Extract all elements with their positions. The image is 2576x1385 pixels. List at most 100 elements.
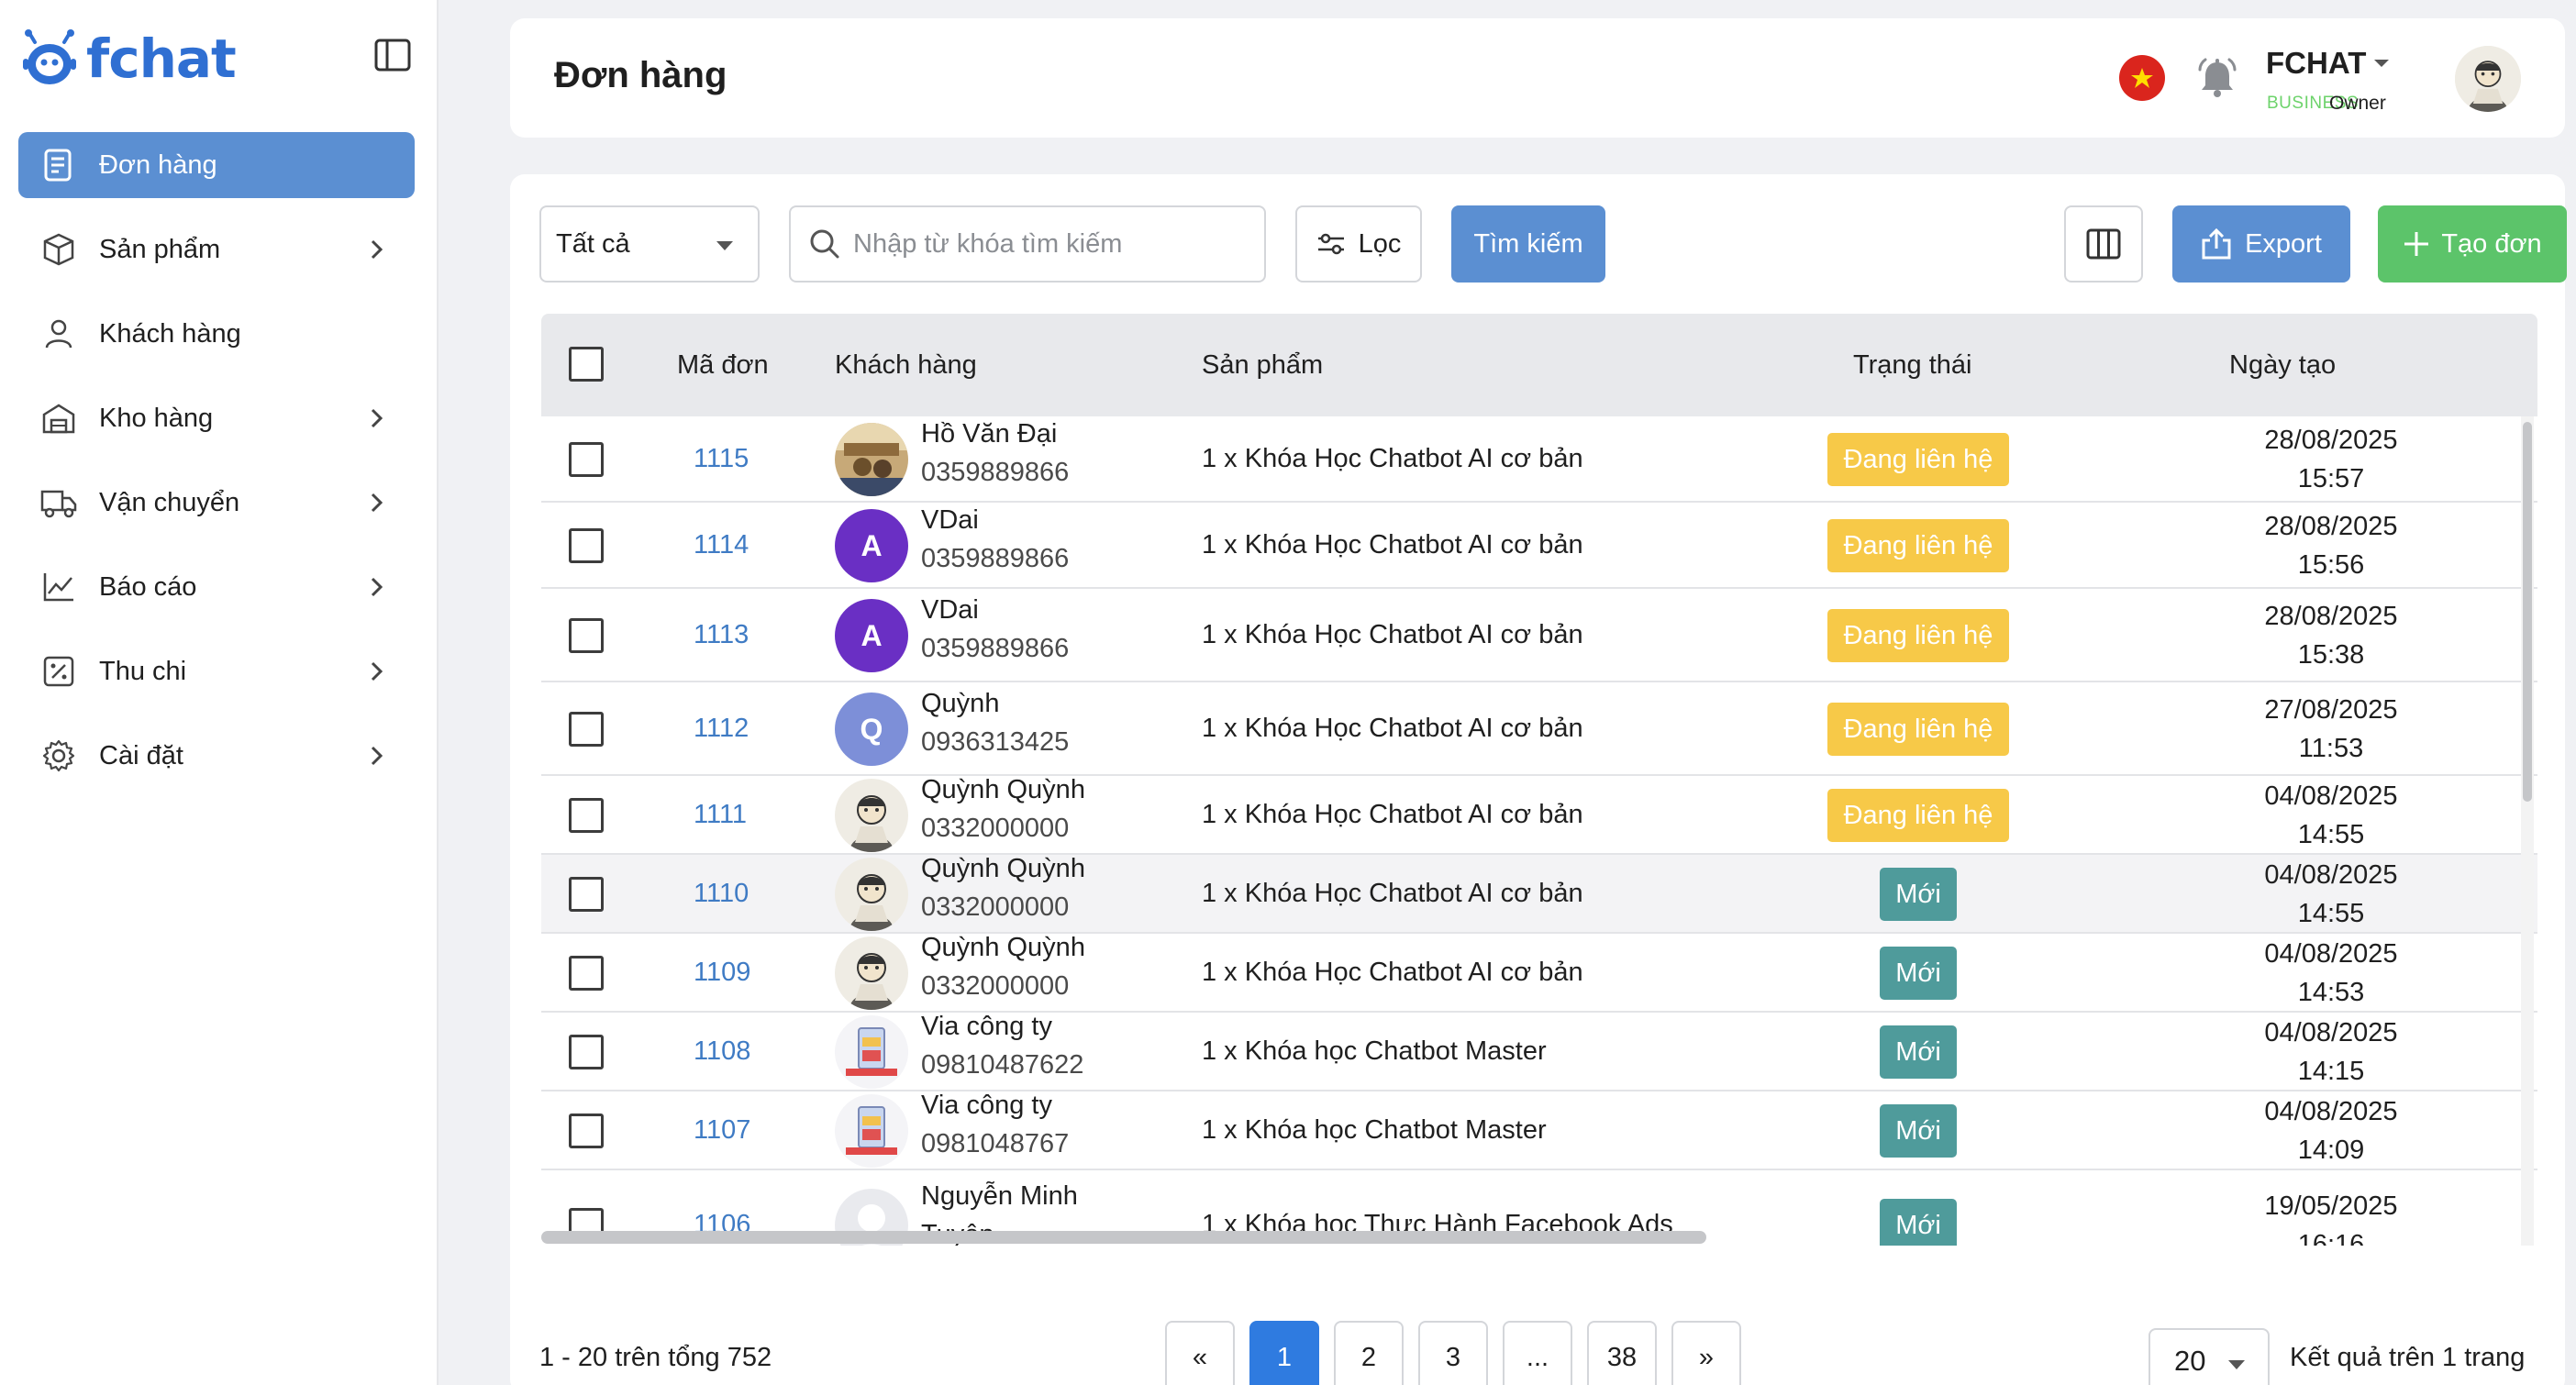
status-badge: Mới bbox=[1880, 1104, 1957, 1158]
status-filter-value: Tất cả bbox=[556, 228, 630, 259]
sidebar-item-orders[interactable]: Đơn hàng bbox=[18, 132, 415, 198]
page-size-select[interactable]: 20 bbox=[2149, 1328, 2270, 1385]
sidebar-item-label: Báo cáo bbox=[99, 571, 197, 602]
create-order-button[interactable]: Tạo đơn bbox=[2378, 205, 2567, 283]
language-flag-button[interactable] bbox=[2119, 55, 2165, 101]
table-row[interactable]: 1108 Via công ty 09810487622 1 x Khóa học C… bbox=[541, 1012, 2537, 1091]
search-button[interactable]: Tìm kiếm bbox=[1451, 205, 1605, 283]
order-id-link[interactable]: 1108 bbox=[694, 1036, 750, 1067]
created-date-day: 04/08/2025 bbox=[2264, 860, 2398, 890]
column-header-status[interactable]: Trạng thái bbox=[1853, 350, 1972, 381]
truck-icon bbox=[40, 484, 77, 521]
created-date: 04/08/2025 14:09 bbox=[2211, 1092, 2451, 1169]
row-checkbox[interactable] bbox=[569, 798, 604, 833]
customer-avatar: Q bbox=[835, 692, 908, 766]
order-id-link[interactable]: 1113 bbox=[694, 620, 749, 650]
pagination-page-3[interactable]: 3 bbox=[1418, 1321, 1488, 1385]
orders-panel: Tất cả Lọc Tìm kiếm Export Tạo đơn Mã bbox=[510, 174, 2567, 1385]
customer-phone: 09810487622 bbox=[921, 1050, 1084, 1080]
search-field[interactable] bbox=[789, 205, 1266, 283]
column-settings-button[interactable] bbox=[2064, 205, 2143, 283]
created-date-day: 28/08/2025 bbox=[2264, 512, 2398, 541]
filter-button-label: Lọc bbox=[1358, 228, 1402, 259]
order-id-link[interactable]: 1115 bbox=[694, 444, 749, 474]
product-name: 1 x Khóa Học Chatbot AI cơ bản bbox=[1202, 620, 1583, 649]
filter-button[interactable]: Lọc bbox=[1295, 205, 1422, 283]
order-id-link[interactable]: 1110 bbox=[694, 879, 749, 909]
created-date-day: 19/05/2025 bbox=[2264, 1191, 2398, 1221]
sidebar-item-shipping[interactable]: Vận chuyển bbox=[18, 470, 415, 536]
vertical-scrollbar-thumb[interactable] bbox=[2523, 422, 2532, 802]
fchat-logo[interactable]: fchat bbox=[22, 24, 237, 94]
column-header-date[interactable]: Ngày tạo bbox=[2229, 350, 2336, 381]
order-id-link[interactable]: 1112 bbox=[694, 714, 749, 744]
customer-name: Nguyễn Minh bbox=[921, 1181, 1078, 1211]
table-row[interactable]: 1109 Quỳnh Quỳnh 0332000000 1 x Khóa Học Ch… bbox=[541, 933, 2537, 1013]
row-checkbox[interactable] bbox=[569, 877, 604, 912]
pagination-first-button[interactable]: « bbox=[1165, 1321, 1235, 1385]
sidebar-item-warehouse[interactable]: Kho hàng bbox=[18, 385, 415, 451]
product-name: 1 x Khóa học Chatbot Master bbox=[1202, 1036, 1547, 1066]
logo-text: fchat bbox=[86, 28, 237, 90]
row-checkbox[interactable] bbox=[569, 1114, 604, 1148]
row-checkbox[interactable] bbox=[569, 712, 604, 747]
status-badge: Đang liên hệ bbox=[1827, 609, 2009, 662]
created-date-time: 15:38 bbox=[2297, 640, 2365, 670]
column-header-customer[interactable]: Khách hàng bbox=[835, 350, 977, 381]
horizontal-scrollbar-thumb[interactable] bbox=[541, 1231, 1706, 1244]
customer-name: Quỳnh Quỳnh bbox=[921, 933, 1085, 962]
product-name: 1 x Khóa Học Chatbot AI cơ bản bbox=[1202, 444, 1583, 473]
user-avatar[interactable] bbox=[2455, 46, 2521, 112]
order-id-link[interactable]: 1114 bbox=[694, 530, 749, 560]
notification-button[interactable] bbox=[2193, 53, 2242, 103]
sidebar-item-settings[interactable]: Cài đặt bbox=[18, 723, 415, 789]
created-date: 28/08/2025 15:56 bbox=[2211, 507, 2451, 584]
table-row[interactable]: 1111 Quỳnh Quỳnh 0332000000 1 x Khóa Học Ch… bbox=[541, 775, 2537, 855]
table-row[interactable]: 1107 Via công ty 0981048767 1 x Khóa học Ch… bbox=[541, 1091, 2537, 1170]
order-id-link[interactable]: 1107 bbox=[694, 1115, 750, 1146]
vietnam-flag-icon bbox=[2131, 68, 2153, 88]
chevron-right-icon bbox=[371, 746, 383, 766]
pagination-page-1[interactable]: 1 bbox=[1249, 1321, 1319, 1385]
column-header-id[interactable]: Mã đơn bbox=[677, 350, 769, 381]
pagination-page-2[interactable]: 2 bbox=[1334, 1321, 1404, 1385]
sidebar-collapse-button[interactable] bbox=[371, 35, 415, 75]
product-name: 1 x Khóa Học Chatbot AI cơ bản bbox=[1202, 879, 1583, 908]
row-checkbox[interactable] bbox=[569, 528, 604, 563]
select-all-checkbox[interactable] bbox=[569, 347, 604, 382]
table-row[interactable]: 1114 A VDai 0359889866 1 x Khóa Học Chatbot … bbox=[541, 503, 2537, 589]
status-badge: Mới bbox=[1880, 947, 1957, 1000]
customer-avatar bbox=[835, 858, 908, 931]
export-button[interactable]: Export bbox=[2172, 205, 2350, 283]
created-date-day: 04/08/2025 bbox=[2264, 1097, 2398, 1126]
created-date: 04/08/2025 14:15 bbox=[2211, 1014, 2451, 1091]
sidebar-item-finance[interactable]: Thu chi bbox=[18, 638, 415, 704]
monk-avatar-icon bbox=[2455, 46, 2521, 112]
column-header-product[interactable]: Sản phẩm bbox=[1202, 350, 1323, 381]
row-checkbox[interactable] bbox=[569, 618, 604, 653]
sidebar-toggle-icon bbox=[374, 39, 411, 72]
product-name: 1 x Khóa Học Chatbot AI cơ bản bbox=[1202, 714, 1583, 743]
created-date: 27/08/2025 11:53 bbox=[2211, 691, 2451, 768]
customer-name: VDai bbox=[921, 505, 979, 535]
row-checkbox[interactable] bbox=[569, 956, 604, 991]
user-icon bbox=[40, 316, 77, 352]
table-row[interactable]: 1110 Quỳnh Quỳnh 0332000000 1 x Khóa Học Ch… bbox=[541, 854, 2537, 934]
customer-phone: 0936313425 bbox=[921, 727, 1070, 757]
table-row[interactable]: 1113 A VDai 0359889866 1 x Khóa Học Chatbot … bbox=[541, 589, 2537, 682]
pagination-last-button[interactable]: » bbox=[1671, 1321, 1741, 1385]
order-id-link[interactable]: 1109 bbox=[694, 958, 750, 988]
status-filter-select[interactable]: Tất cả bbox=[539, 205, 760, 283]
sidebar-item-customers[interactable]: Khách hàng bbox=[18, 301, 415, 367]
created-date-time: 14:09 bbox=[2297, 1136, 2365, 1165]
row-checkbox[interactable] bbox=[569, 442, 604, 477]
sidebar-item-products[interactable]: Sản phẩm bbox=[18, 216, 415, 283]
sidebar-item-reports[interactable]: Báo cáo bbox=[18, 554, 415, 620]
caret-down-icon bbox=[716, 241, 733, 250]
table-row[interactable]: 1112 Q Quỳnh 0936313425 1 x Khóa Học Chatbot… bbox=[541, 682, 2537, 776]
search-input[interactable] bbox=[853, 228, 1257, 260]
pagination-page-38[interactable]: 38 bbox=[1587, 1321, 1657, 1385]
order-id-link[interactable]: 1111 bbox=[694, 800, 747, 830]
row-checkbox[interactable] bbox=[569, 1035, 604, 1069]
table-row[interactable]: 1115 Hồ Văn Đại 0359889866 1 x Khóa Học Cha… bbox=[541, 416, 2537, 503]
